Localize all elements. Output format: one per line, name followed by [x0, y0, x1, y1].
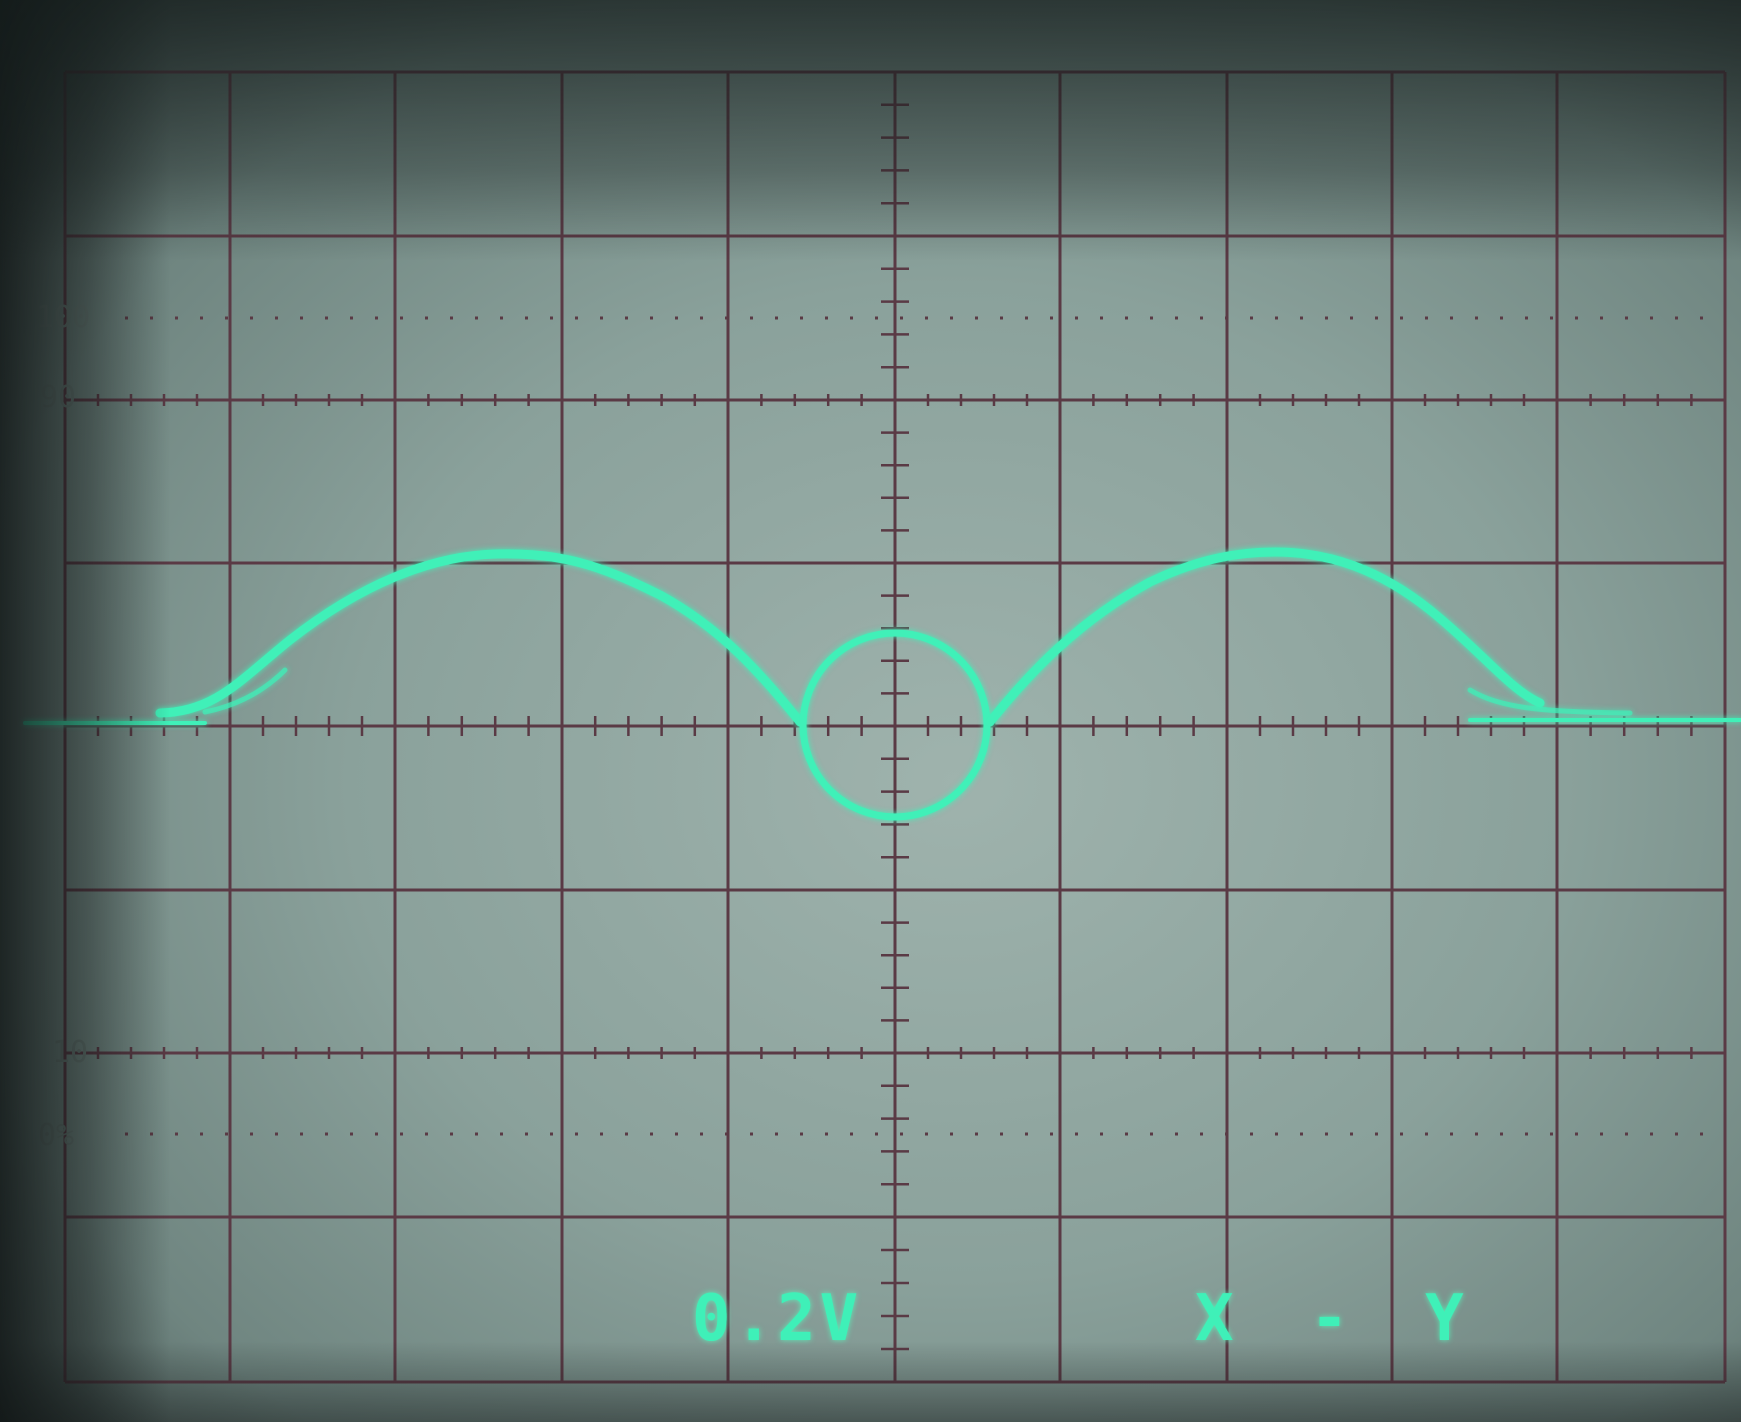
trace-arch-right [985, 547, 1545, 727]
label-90-percent: 90 [40, 380, 77, 415]
label-10-percent: 10 [52, 1035, 89, 1070]
trace-arch-right-edge [1467, 687, 1633, 716]
graticule-and-trace [23, 70, 1741, 1384]
signal-trace [23, 547, 1741, 821]
oscilloscope-screen: 100 90 10 0% 0.2V X - Y [0, 0, 1741, 1422]
trace-arch-left [155, 549, 805, 727]
label-100-percent: 100 [36, 300, 91, 335]
xy-mode-readout: X - Y [1195, 1282, 1468, 1356]
volts-per-div-readout: 0.2V [692, 1282, 863, 1356]
label-0-percent: 0% [38, 1118, 75, 1153]
